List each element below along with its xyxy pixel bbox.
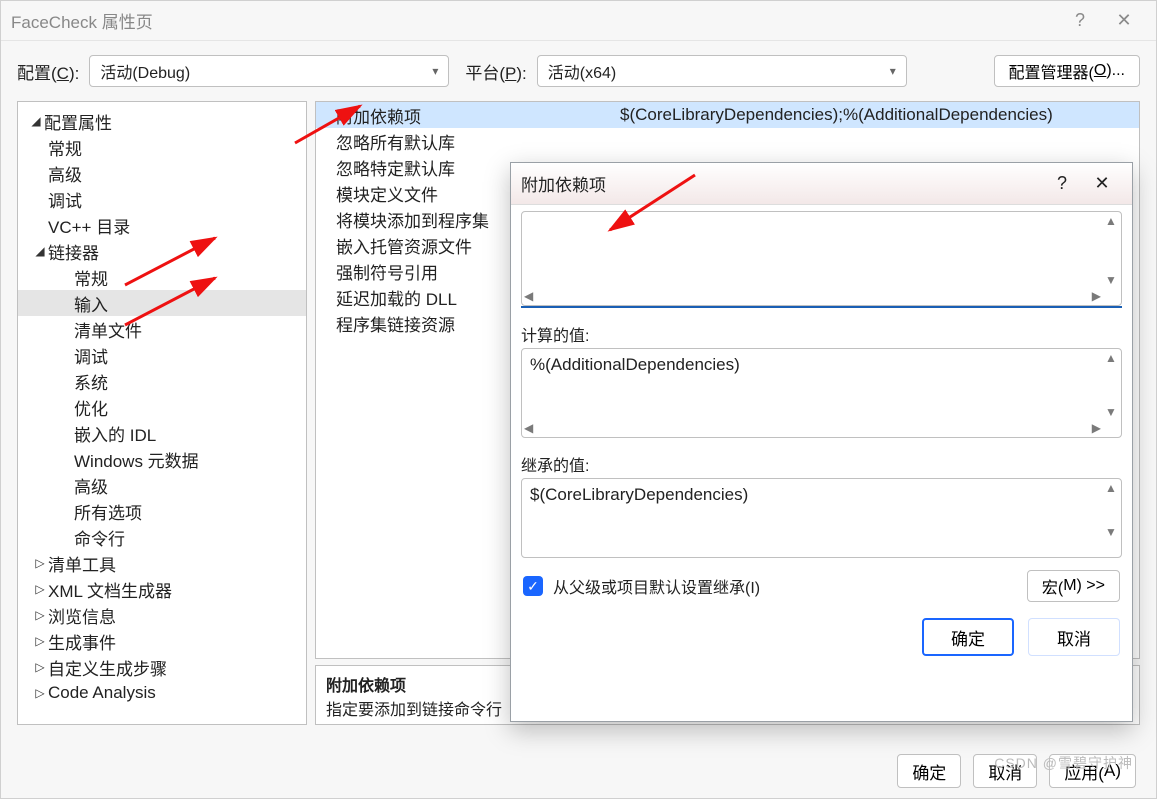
- edit-value[interactable]: [522, 212, 1121, 236]
- tree-item-linker-manifest[interactable]: 清单文件: [18, 316, 306, 342]
- popup-option-row: ✓ 从父级或项目默认设置继承(I) 宏(M) >>: [511, 558, 1132, 602]
- prop-row-ignore-all-default-libs[interactable]: 忽略所有默认库: [316, 128, 1139, 154]
- prop-row-additional-deps[interactable]: 附加依赖项 $(CoreLibraryDependencies);%(Addit…: [316, 102, 1139, 128]
- tree-item-xml-doc[interactable]: ▷XML 文档生成器: [18, 576, 306, 602]
- scroll-up-icon[interactable]: ▲: [1103, 481, 1119, 495]
- scroll-left-icon[interactable]: ◀: [524, 289, 533, 303]
- scroll-down-icon[interactable]: ▼: [1103, 273, 1119, 287]
- computed-value: %(AdditionalDependencies): [522, 349, 1121, 381]
- popup-titlebar: 附加依赖项 ? ✕: [511, 163, 1132, 205]
- expand-icon[interactable]: ▷: [32, 660, 48, 674]
- scroll-down-icon[interactable]: ▼: [1103, 525, 1119, 539]
- tree-item-build-events[interactable]: ▷生成事件: [18, 628, 306, 654]
- scroll-right-icon[interactable]: ▶: [1092, 421, 1101, 435]
- tree-item-linker-advanced[interactable]: 高级: [18, 472, 306, 498]
- configuration-label: 配置(C):: [17, 59, 79, 84]
- computed-label: 计算的值:: [511, 316, 1132, 348]
- scroll-right-icon[interactable]: ▶: [1092, 289, 1101, 303]
- tree-item-linker-cmdline[interactable]: 命令行: [18, 524, 306, 550]
- tree-item-linker-all[interactable]: 所有选项: [18, 498, 306, 524]
- tree-item-vc-dirs[interactable]: VC++ 目录: [18, 212, 306, 238]
- tree-item-manifest-tool[interactable]: ▷清单工具: [18, 550, 306, 576]
- platform-value: 活动(x64): [548, 59, 616, 83]
- nav-tree[interactable]: ◢配置属性 常规 高级 调试 VC++ 目录 ◢链接器 常规 输入 清单文件 调…: [17, 101, 307, 725]
- popup-help-icon[interactable]: ?: [1042, 173, 1082, 194]
- close-icon[interactable]: ✕: [1102, 10, 1146, 31]
- inherited-label: 继承的值:: [511, 446, 1132, 478]
- configuration-select[interactable]: 活动(Debug) ▾: [89, 55, 449, 87]
- computed-textbox: %(AdditionalDependencies) ▲▼ ◀▶: [521, 348, 1122, 438]
- inherited-textbox: $(CoreLibraryDependencies) ▲▼: [521, 478, 1122, 558]
- tree-item-custom-build[interactable]: ▷自定义生成步骤: [18, 654, 306, 680]
- collapse-icon[interactable]: ◢: [28, 114, 44, 128]
- inherit-checkbox-label: 从父级或项目默认设置继承(I): [553, 574, 760, 598]
- tree-item-browse-info[interactable]: ▷浏览信息: [18, 602, 306, 628]
- popup-ok-button[interactable]: 确定: [922, 618, 1014, 656]
- tree-item-linker-debug[interactable]: 调试: [18, 342, 306, 368]
- platform-select[interactable]: 活动(x64) ▾: [537, 55, 907, 87]
- tree-item-linker-input[interactable]: 输入: [18, 290, 306, 316]
- tree-item-linker[interactable]: ◢链接器: [18, 238, 306, 264]
- expand-icon[interactable]: ▷: [32, 634, 48, 648]
- tree-item-linker-general[interactable]: 常规: [18, 264, 306, 290]
- macros-button[interactable]: 宏(M) >>: [1027, 570, 1120, 602]
- scroll-up-icon[interactable]: ▲: [1103, 214, 1119, 228]
- configuration-manager-button[interactable]: 配置管理器(O)...: [994, 55, 1140, 87]
- watermark: CSDN @雪碧守护神: [994, 753, 1133, 773]
- configuration-value: 活动(Debug): [100, 59, 190, 83]
- collapse-icon[interactable]: ◢: [32, 244, 48, 258]
- tree-item-linker-winmd[interactable]: Windows 元数据: [18, 446, 306, 472]
- scroll-up-icon[interactable]: ▲: [1103, 351, 1119, 365]
- tree-item-advanced[interactable]: 高级: [18, 160, 306, 186]
- additional-deps-popup: 附加依赖项 ? ✕ ▲▼ ◀▶ 计算的值: %(AdditionalDepend…: [510, 162, 1133, 722]
- tree-item-general[interactable]: 常规: [18, 134, 306, 160]
- vertical-scrollbar[interactable]: ▲▼: [1103, 214, 1119, 287]
- scroll-down-icon[interactable]: ▼: [1103, 405, 1119, 419]
- platform-label: 平台(P):: [465, 59, 526, 84]
- tree-item-linker-system[interactable]: 系统: [18, 368, 306, 394]
- vertical-scrollbar[interactable]: ▲▼: [1103, 351, 1119, 419]
- titlebar: FaceCheck 属性页 ? ✕: [1, 1, 1156, 41]
- edit-textbox[interactable]: ▲▼ ◀▶: [521, 211, 1122, 306]
- tree-item-debug[interactable]: 调试: [18, 186, 306, 212]
- expand-icon[interactable]: ▷: [32, 582, 48, 596]
- horizontal-scrollbar[interactable]: ◀▶: [524, 289, 1101, 303]
- expand-icon[interactable]: ▷: [32, 686, 48, 700]
- horizontal-scrollbar[interactable]: ◀▶: [524, 421, 1101, 435]
- inherit-checkbox[interactable]: ✓ 从父级或项目默认设置继承(I): [523, 574, 760, 598]
- tree-item-linker-idl[interactable]: 嵌入的 IDL: [18, 420, 306, 446]
- checkbox-checked-icon: ✓: [523, 576, 543, 596]
- vertical-scrollbar[interactable]: ▲▼: [1103, 481, 1119, 539]
- expand-icon[interactable]: ▷: [32, 608, 48, 622]
- tree-root-config-props[interactable]: ◢配置属性: [18, 108, 306, 134]
- chevron-down-icon: ▾: [432, 64, 438, 78]
- ok-button[interactable]: 确定: [897, 754, 961, 788]
- scroll-left-icon[interactable]: ◀: [524, 421, 533, 435]
- chevron-down-icon: ▾: [890, 64, 896, 78]
- window-title: FaceCheck 属性页: [11, 8, 1058, 33]
- expand-icon[interactable]: ▷: [32, 556, 48, 570]
- tree-item-linker-optimize[interactable]: 优化: [18, 394, 306, 420]
- popup-action-bar: 确定 取消: [511, 602, 1132, 668]
- popup-title: 附加依赖项: [521, 171, 1042, 196]
- popup-close-icon[interactable]: ✕: [1082, 173, 1122, 194]
- help-icon[interactable]: ?: [1058, 10, 1102, 31]
- config-toolbar: 配置(C): 活动(Debug) ▾ 平台(P): 活动(x64) ▾ 配置管理…: [1, 41, 1156, 101]
- popup-cancel-button[interactable]: 取消: [1028, 618, 1120, 656]
- tree-item-code-analysis[interactable]: ▷Code Analysis: [18, 680, 306, 706]
- focus-underline: [521, 306, 1122, 308]
- inherited-value: $(CoreLibraryDependencies): [522, 479, 1121, 511]
